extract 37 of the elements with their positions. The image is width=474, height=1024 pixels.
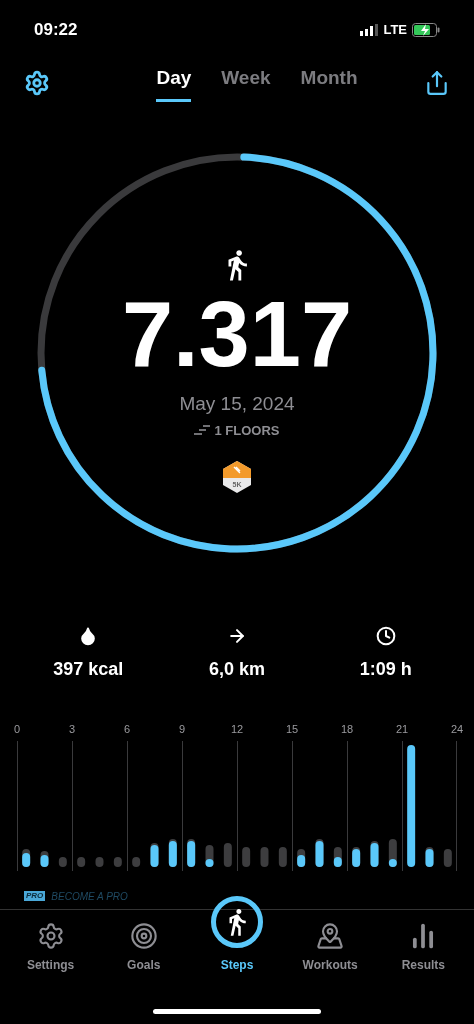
hour-label: 12: [230, 722, 244, 737]
hour-label: 18: [340, 722, 354, 737]
hour-label: 3: [68, 722, 76, 737]
floors-label: 1 FLOORS: [214, 421, 280, 440]
step-count: 7.317: [121, 286, 353, 382]
nav-tab[interactable]: Goals: [98, 912, 189, 974]
target-icon: [129, 922, 158, 950]
hour-label: 0: [13, 722, 21, 737]
battery-charging-icon: [412, 23, 440, 37]
nav-tab[interactable]: Workouts: [285, 912, 376, 974]
hour-label: 9: [178, 722, 186, 737]
stat-value: 397 kcal: [53, 658, 124, 681]
nav-tab[interactable]: Results: [378, 912, 469, 974]
hour-label: 15: [285, 722, 299, 737]
hour-label: 21: [395, 722, 409, 737]
hour-label: 6: [123, 722, 131, 737]
stairs-icon: [194, 425, 211, 436]
signal-icon: [360, 24, 379, 36]
network-label: LTE: [383, 21, 407, 40]
settings-icon[interactable]: [24, 70, 50, 96]
period-tab[interactable]: Month: [300, 64, 358, 102]
hour-label: 24: [450, 722, 464, 737]
period-tab[interactable]: Day: [156, 64, 192, 102]
stat-value: 6,0 km: [208, 658, 265, 681]
stat-value: 1:09 h: [359, 658, 412, 681]
status-time: 09:22: [34, 19, 78, 42]
pro-badge: PRO: [24, 891, 46, 901]
settings-icon: [36, 922, 65, 950]
nav-tab[interactable]: Steps: [191, 880, 282, 974]
map-pin-icon: [316, 922, 345, 950]
share-icon[interactable]: [424, 70, 450, 96]
nav-tab[interactable]: Settings: [5, 912, 96, 974]
arrow-right-icon: [227, 626, 247, 646]
date-label: May 15, 2024: [179, 392, 295, 416]
walking-ring-icon: [210, 896, 263, 948]
clock-icon: [375, 626, 396, 646]
period-tab[interactable]: Week: [221, 64, 271, 102]
